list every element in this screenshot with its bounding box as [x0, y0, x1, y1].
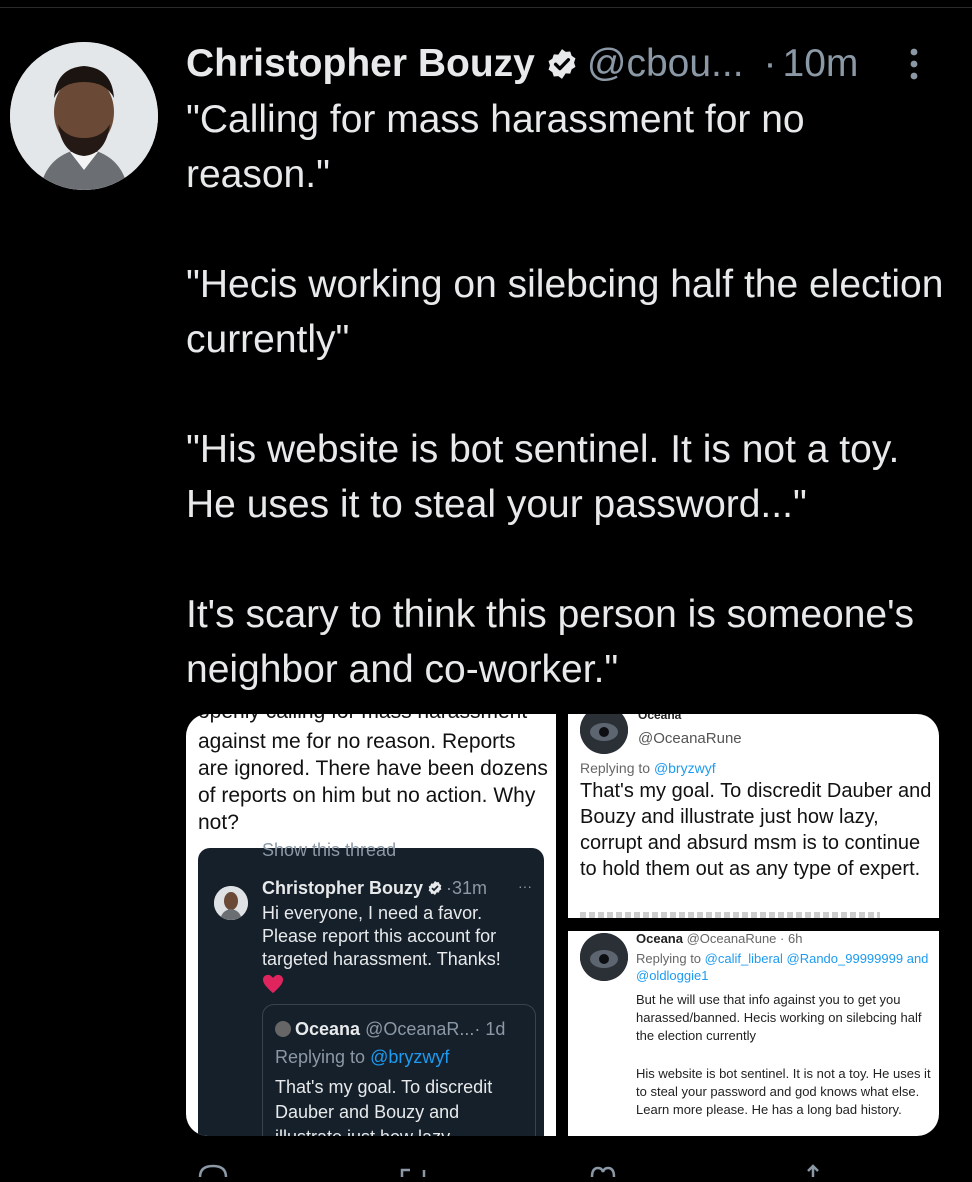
reply-mention: @oldloggie1: [636, 968, 709, 983]
oceana-name: Oceana: [636, 931, 683, 946]
reply-line: Replying to @calif_liberal @Rando_999999…: [636, 950, 936, 984]
quoted-avatar: [275, 1021, 291, 1037]
reply-prefix: Replying to: [636, 951, 702, 966]
media-image-left[interactable]: openly calling for mass harassment again…: [186, 714, 556, 1136]
retweet-icon[interactable]: [396, 1164, 430, 1177]
tweet-actions: [186, 1164, 946, 1178]
quoted-handle: @OceanaR...: [365, 1019, 475, 1039]
cropped-text-line: [580, 912, 880, 918]
embedded-avatar: [214, 886, 248, 920]
embedded-time: 31m: [452, 878, 488, 898]
cropped-thread-link: Show this thread: [262, 840, 397, 860]
top-divider: [0, 0, 972, 8]
oceana-name: Oceana: [638, 714, 682, 722]
quoted-name: Oceana: [295, 1019, 361, 1039]
tweet-paragraph: "His website is bot sentinel. It is not …: [186, 428, 900, 526]
oceana-handle: @OceanaRune: [638, 730, 742, 747]
verified-badge-icon: [545, 47, 579, 81]
share-icon[interactable]: [796, 1164, 830, 1177]
reply-mention: @bryzwyf: [370, 1047, 450, 1067]
embedded-tweet: Show this thread Christopher Bouzy ·31m ·…: [198, 840, 544, 1136]
embedded-more-icon: ···: [518, 878, 532, 894]
reply-prefix: Replying to: [580, 760, 651, 776]
more-vertical-icon[interactable]: [904, 44, 924, 84]
like-icon[interactable]: [586, 1164, 620, 1178]
oceana-avatar: [580, 933, 628, 981]
screenshot-body: But he will use that info against you to…: [636, 992, 922, 1043]
oceana-handle: @OceanaRune: [686, 931, 777, 946]
quoted-reply-line: Replying to @bryzwyf: [275, 1047, 449, 1068]
cropped-text: openly calling for mass harassment: [198, 714, 527, 724]
screenshot-body: That's my goal. To discredit Dauber and …: [580, 780, 932, 880]
tweet-body: "Calling for mass harassment for no reas…: [186, 92, 946, 697]
screenshot-body: His website is bot sentinel. It is not a…: [636, 1066, 931, 1117]
embedded-author-name: Christopher Bouzy: [262, 878, 424, 898]
reply-time: · 6h: [780, 931, 803, 946]
verified-badge-icon: [427, 880, 443, 896]
embedded-author: Christopher Bouzy ·31m: [262, 878, 487, 899]
tweet-paragraph: "Calling for mass harassment for no reas…: [186, 98, 805, 196]
reply-and: and: [906, 951, 929, 966]
screenshot-paragraph: against me for no reason. Reports are ig…: [198, 730, 548, 834]
reply-prefix: Replying to: [275, 1047, 366, 1067]
author-handle[interactable]: @cbou...: [587, 42, 744, 86]
screenshot-text: against me for no reason. Reports are ig…: [198, 728, 548, 836]
quoted-body: That's my goal. To discredit Dauber and …: [275, 1077, 493, 1136]
tweet-paragraph: It's scary to think this person is someo…: [186, 593, 915, 691]
separator-dot: ·: [763, 42, 777, 85]
quoted-tweet: Oceana @OceanaR...· 1d Replying to @bryz…: [262, 1004, 536, 1136]
reply-mention: @bryzwyf: [653, 760, 716, 776]
media-image-bottom-right[interactable]: Oceana @OceanaRune · 6h Replying to @cal…: [568, 931, 939, 1136]
oceana-avatar: [580, 714, 628, 754]
reply-line: Replying to @bryzwyf: [580, 760, 716, 776]
quoted-time: · 1d: [474, 1019, 506, 1039]
author-avatar[interactable]: [10, 42, 158, 190]
embedded-body: Hi everyone, I need a favor. Please repo…: [262, 903, 501, 969]
reply-icon[interactable]: [196, 1164, 230, 1178]
tweet-paragraph: "Hecis working on silebcing half the ele…: [186, 263, 944, 361]
reply-header: Oceana @OceanaRune · 6h: [636, 931, 802, 946]
tweet-time[interactable]: 10m: [783, 42, 859, 86]
author-name[interactable]: Christopher Bouzy: [186, 42, 535, 86]
media-image-top-right[interactable]: Oceana @OceanaRune Replying to @bryzwyf …: [568, 714, 939, 918]
heart-emoji-icon: [262, 974, 284, 994]
quoted-header: Oceana @OceanaR...· 1d: [275, 1019, 505, 1040]
reply-mention: @calif_liberal @Rando_99999999: [704, 951, 904, 966]
tweet-header: Christopher Bouzy @cbou... · 10m: [186, 38, 946, 90]
